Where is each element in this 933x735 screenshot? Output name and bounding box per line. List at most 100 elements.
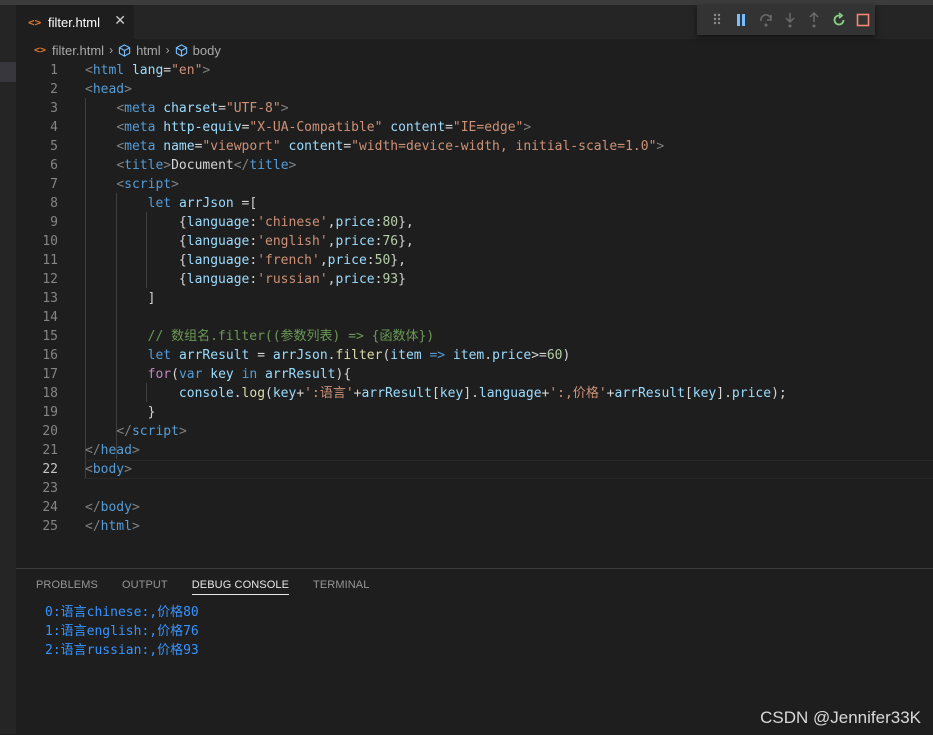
close-icon[interactable]: ✕ [114,13,126,29]
cube-icon [175,43,188,57]
drag-handle-icon[interactable] [705,8,729,32]
line-number: 14 [42,310,58,325]
line-number: 19 [42,405,58,420]
code-line[interactable]: 24 </body> [16,498,933,517]
code-text: // 数组名.filter((参数列表) => {函数体}) [147,329,435,344]
pause-icon[interactable] [729,8,753,32]
line-number: 7 [50,177,58,192]
code-line[interactable]: 22 <body> [16,460,933,479]
breadcrumb-html[interactable]: html [136,43,161,58]
line-number: 21 [42,443,58,458]
chevron-right-icon: › [165,43,170,57]
code-text: <meta name="viewport" content="width=dev… [116,139,665,154]
code-line[interactable]: 25 </html> [16,517,933,536]
debug-toolbar [697,5,875,35]
line-number: 10 [42,234,58,249]
code-line[interactable]: 8 let arrJson =[ [16,194,933,213]
code-text: } [85,405,156,420]
restart-icon[interactable] [826,8,850,32]
code-editor[interactable]: 1 <html lang="en"> 2 <head> 3 <meta charset=… [16,60,933,560]
code-line[interactable]: 12 {language:'russian',price:93} [16,270,933,289]
step-over-icon[interactable] [754,8,778,32]
code-line[interactable]: 7 <script> [16,175,933,194]
code-text: <body> [85,462,132,477]
code-line[interactable]: 1 <html lang="en"> [16,61,933,80]
line-number: 23 [42,481,58,496]
line-number: 20 [42,424,58,439]
line-number: 16 [42,348,58,363]
html-file-icon: <> [28,15,42,29]
code-text: console.log(key+':语言'+arrResult[key].lan… [178,386,787,401]
activity-bar-marker [0,62,16,82]
tab-terminal[interactable]: TERMINAL [313,579,369,595]
line-number: 5 [50,139,58,154]
code-line[interactable]: 16 let arrResult = arrJson.filter(item =… [16,346,933,365]
code-text: </script> [116,424,187,439]
code-text: <html lang="en"> [85,63,211,78]
code-line[interactable]: 6 <title>Document</title> [16,156,933,175]
step-into-icon[interactable] [778,8,802,32]
line-number: 22 [42,462,58,477]
code-text: </body> [85,500,140,515]
code-text: <title>Document</title> [116,158,297,173]
code-text: {language:'russian',price:93} [85,272,406,287]
html-file-icon: <> [34,44,47,56]
step-out-icon[interactable] [802,8,826,32]
code-line[interactable]: 15 // 数组名.filter((参数列表) => {函数体}) [16,327,933,346]
code-line[interactable]: 18 console.log(key+':语言'+arrResult[key].… [16,384,933,403]
code-text: <script> [116,177,179,192]
code-line[interactable]: 17 for(var key in arrResult){ [16,365,933,384]
line-number: 6 [50,158,58,173]
code-line[interactable]: 20 </script> [16,422,933,441]
code-text: </head> [85,443,140,458]
line-number: 15 [42,329,58,344]
code-text: for(var key in arrResult){ [147,367,352,382]
code-text: <meta charset="UTF-8"> [116,101,289,116]
code-text: <meta http-equiv="X-UA-Compatible" conte… [116,120,532,135]
code-line[interactable]: 23 [16,479,933,498]
breadcrumb: <> filter.html › html › body [34,41,221,59]
code-line[interactable]: 10 {language:'english',price:76}, [16,232,933,251]
tab-debug-console[interactable]: DEBUG CONSOLE [191,579,290,595]
code-line[interactable]: 5 <meta name="viewport" content="width=d… [16,137,933,156]
code-line[interactable]: 19 } [16,403,933,422]
line-number: 2 [50,82,58,97]
console-output-line: 2:语言russian:,价格93 [45,643,199,658]
code-line[interactable]: 11 {language:'french',price:50}, [16,251,933,270]
code-text: {language:'french',price:50}, [85,253,406,268]
code-text: {language:'english',price:76}, [85,234,414,249]
line-number: 11 [42,253,58,268]
line-number: 9 [50,215,58,230]
code-line[interactable]: 2 <head> [16,80,933,99]
stop-icon[interactable] [851,8,875,32]
breadcrumb-file[interactable]: filter.html [52,43,104,58]
code-line[interactable]: 14 [16,308,933,327]
code-text: </html> [85,519,140,534]
line-number: 4 [50,120,58,135]
cube-icon [118,43,131,57]
watermark: CSDN @Jennifer33K [760,708,921,727]
code-text: <head> [85,82,132,97]
line-number: 25 [42,519,58,534]
code-text: let arrJson =[ [147,196,258,211]
line-number: 17 [42,367,58,382]
console-output-line: 1:语言english:,价格76 [45,624,199,639]
code-text: let arrResult = arrJson.filter(item => i… [147,348,571,363]
line-number: 18 [42,386,58,401]
code-text: {language:'chinese',price:80}, [85,215,414,230]
breadcrumb-body[interactable]: body [193,43,221,58]
tab-output[interactable]: OUTPUT [122,579,168,595]
code-line[interactable]: 3 <meta charset="UTF-8"> [16,99,933,118]
code-line[interactable]: 4 <meta http-equiv="X-UA-Compatible" con… [16,118,933,137]
tab-filter-html[interactable]: <> filter.html ✕ [16,5,134,39]
tab-label: filter.html [48,14,101,30]
code-line[interactable]: 21 </head> [16,441,933,460]
chevron-right-icon: › [109,43,114,57]
activity-bar [0,5,16,734]
line-number: 3 [50,101,58,116]
code-line[interactable]: 13 ] [16,289,933,308]
tab-problems[interactable]: PROBLEMS [36,579,98,595]
panel-tabs: PROBLEMS OUTPUT DEBUG CONSOLE TERMINAL [36,579,393,595]
line-number: 1 [50,63,58,78]
code-line[interactable]: 9 {language:'chinese',price:80}, [16,213,933,232]
